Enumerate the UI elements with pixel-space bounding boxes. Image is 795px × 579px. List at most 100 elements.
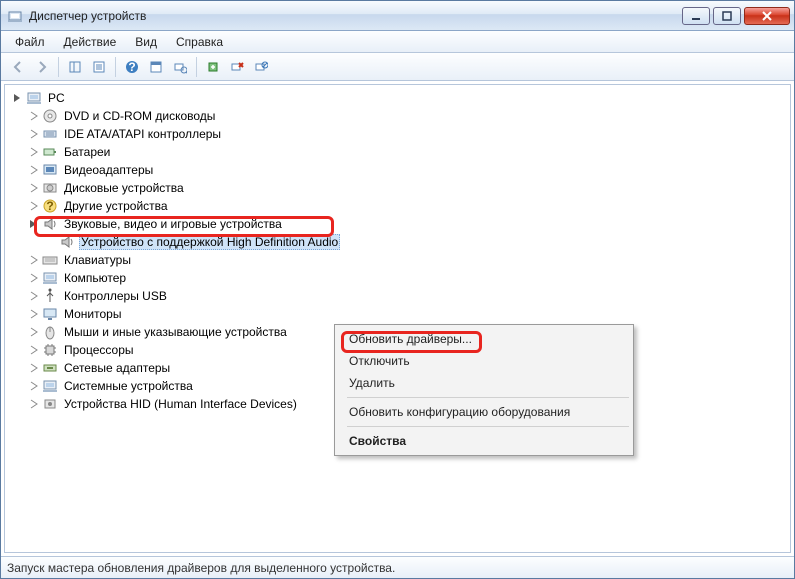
tree-label: Видеоадаптеры bbox=[62, 162, 155, 178]
statusbar: Запуск мастера обновления драйверов для … bbox=[1, 556, 794, 578]
hid-icon bbox=[42, 396, 58, 412]
tree-label: IDE ATA/ATAPI контроллеры bbox=[62, 126, 223, 142]
other-devices-icon: ? bbox=[42, 198, 58, 214]
tree-label: Системные устройства bbox=[62, 378, 195, 394]
context-menu-label: Удалить bbox=[349, 376, 395, 390]
processor-icon bbox=[42, 342, 58, 358]
expand-arrow-icon[interactable] bbox=[27, 181, 41, 195]
tree-label: Контроллеры USB bbox=[62, 288, 169, 304]
tree-category[interactable]: Видеоадаптеры bbox=[9, 161, 790, 179]
tree-root[interactable]: PC bbox=[9, 89, 790, 107]
tree-label: Мыши и иные указывающие устройства bbox=[62, 324, 289, 340]
window-buttons bbox=[682, 7, 790, 25]
expand-arrow-icon[interactable] bbox=[27, 271, 41, 285]
tree-label: Процессоры bbox=[62, 342, 136, 358]
expand-arrow-icon[interactable] bbox=[27, 397, 41, 411]
sound-icon bbox=[59, 234, 75, 250]
tree-label: Батареи bbox=[62, 144, 112, 160]
device-tree[interactable]: PC DVD и CD-ROM дисководы IDE ATA/ATAPI … bbox=[4, 84, 791, 553]
expand-arrow-icon[interactable] bbox=[27, 379, 41, 393]
context-menu-scan[interactable]: Обновить конфигурацию оборудования bbox=[337, 401, 631, 423]
expand-arrow-icon[interactable] bbox=[27, 199, 41, 213]
toolbar-showhide-button[interactable] bbox=[64, 56, 86, 78]
tree-category[interactable]: Компьютер bbox=[9, 269, 790, 287]
minimize-button[interactable] bbox=[682, 7, 710, 25]
toolbar-disable-button[interactable] bbox=[250, 56, 272, 78]
tree-label: Звуковые, видео и игровые устройства bbox=[62, 216, 284, 232]
keyboard-icon bbox=[42, 252, 58, 268]
svg-text:?: ? bbox=[46, 199, 53, 213]
context-menu-label: Обновить драйверы... bbox=[349, 332, 472, 346]
close-button[interactable] bbox=[744, 7, 790, 25]
tree-label: Клавиатуры bbox=[62, 252, 133, 268]
expand-arrow-icon[interactable] bbox=[27, 109, 41, 123]
tree-label: PC bbox=[46, 90, 67, 106]
titlebar: Диспетчер устройств bbox=[1, 1, 794, 31]
tree-category[interactable]: Контроллеры USB bbox=[9, 287, 790, 305]
tree-category[interactable]: Мониторы bbox=[9, 305, 790, 323]
window-title: Диспетчер устройств bbox=[29, 9, 682, 23]
context-menu-separator bbox=[347, 426, 629, 427]
toolbar-properties-button[interactable] bbox=[88, 56, 110, 78]
ide-controller-icon bbox=[42, 126, 58, 142]
tree-category[interactable]: IDE ATA/ATAPI контроллеры bbox=[9, 125, 790, 143]
tree-category[interactable]: Дисковые устройства bbox=[9, 179, 790, 197]
mouse-icon bbox=[42, 324, 58, 340]
computer-icon bbox=[26, 90, 42, 106]
expand-arrow-icon[interactable] bbox=[27, 253, 41, 267]
app-icon bbox=[7, 8, 23, 24]
expand-arrow-icon[interactable] bbox=[27, 127, 41, 141]
toolbar: ? bbox=[1, 53, 794, 81]
context-menu-disable[interactable]: Отключить bbox=[337, 350, 631, 372]
tree-label: Компьютер bbox=[62, 270, 128, 286]
toolbar-back-button[interactable] bbox=[7, 56, 29, 78]
tree-label: Устройства HID (Human Interface Devices) bbox=[62, 396, 299, 412]
menu-help[interactable]: Справка bbox=[168, 33, 231, 51]
tree-label: Устройство с поддержкой High Definition … bbox=[79, 234, 340, 250]
system-device-icon bbox=[42, 378, 58, 394]
network-adapter-icon bbox=[42, 360, 58, 376]
svg-text:?: ? bbox=[128, 60, 135, 74]
menu-view[interactable]: Вид bbox=[127, 33, 165, 51]
tree-category[interactable]: ? Другие устройства bbox=[9, 197, 790, 215]
toolbar-scan-button[interactable] bbox=[169, 56, 191, 78]
optical-drive-icon bbox=[42, 108, 58, 124]
expand-arrow-icon[interactable] bbox=[27, 145, 41, 159]
tree-label: Сетевые адаптеры bbox=[62, 360, 172, 376]
toolbar-separator bbox=[115, 57, 116, 77]
battery-icon bbox=[42, 144, 58, 160]
toolbar-uninstall-button[interactable] bbox=[226, 56, 248, 78]
context-menu-delete[interactable]: Удалить bbox=[337, 372, 631, 394]
menubar: Файл Действие Вид Справка bbox=[1, 31, 794, 53]
expand-arrow-icon[interactable] bbox=[27, 307, 41, 321]
toolbar-view-button[interactable] bbox=[145, 56, 167, 78]
context-menu-update-drivers[interactable]: Обновить драйверы... bbox=[337, 328, 631, 350]
context-menu-label: Отключить bbox=[349, 354, 410, 368]
expand-arrow-open-icon[interactable] bbox=[27, 217, 41, 231]
disk-drive-icon bbox=[42, 180, 58, 196]
expand-arrow-icon[interactable] bbox=[27, 343, 41, 357]
tree-category[interactable]: Клавиатуры bbox=[9, 251, 790, 269]
expand-arrow-icon[interactable] bbox=[27, 163, 41, 177]
toolbar-separator bbox=[196, 57, 197, 77]
display-adapter-icon bbox=[42, 162, 58, 178]
tree-category[interactable]: Батареи bbox=[9, 143, 790, 161]
expand-arrow-icon[interactable] bbox=[27, 325, 41, 339]
maximize-button[interactable] bbox=[713, 7, 741, 25]
context-menu: Обновить драйверы... Отключить Удалить О… bbox=[334, 324, 634, 456]
tree-label: Мониторы bbox=[62, 306, 123, 322]
tree-label: Другие устройства bbox=[62, 198, 170, 214]
expand-arrow-icon[interactable] bbox=[27, 289, 41, 303]
tree-category[interactable]: DVD и CD-ROM дисководы bbox=[9, 107, 790, 125]
tree-category-sound[interactable]: Звуковые, видео и игровые устройства bbox=[9, 215, 790, 233]
menu-file[interactable]: Файл bbox=[7, 33, 53, 51]
expand-arrow-open-icon[interactable] bbox=[11, 91, 25, 105]
tree-device-hdaudio[interactable]: Устройство с поддержкой High Definition … bbox=[9, 233, 790, 251]
toolbar-help-button[interactable]: ? bbox=[121, 56, 143, 78]
toolbar-update-driver-button[interactable] bbox=[202, 56, 224, 78]
monitor-icon bbox=[42, 306, 58, 322]
toolbar-forward-button[interactable] bbox=[31, 56, 53, 78]
menu-action[interactable]: Действие bbox=[56, 33, 125, 51]
expand-arrow-icon[interactable] bbox=[27, 361, 41, 375]
context-menu-properties[interactable]: Свойства bbox=[337, 430, 631, 452]
